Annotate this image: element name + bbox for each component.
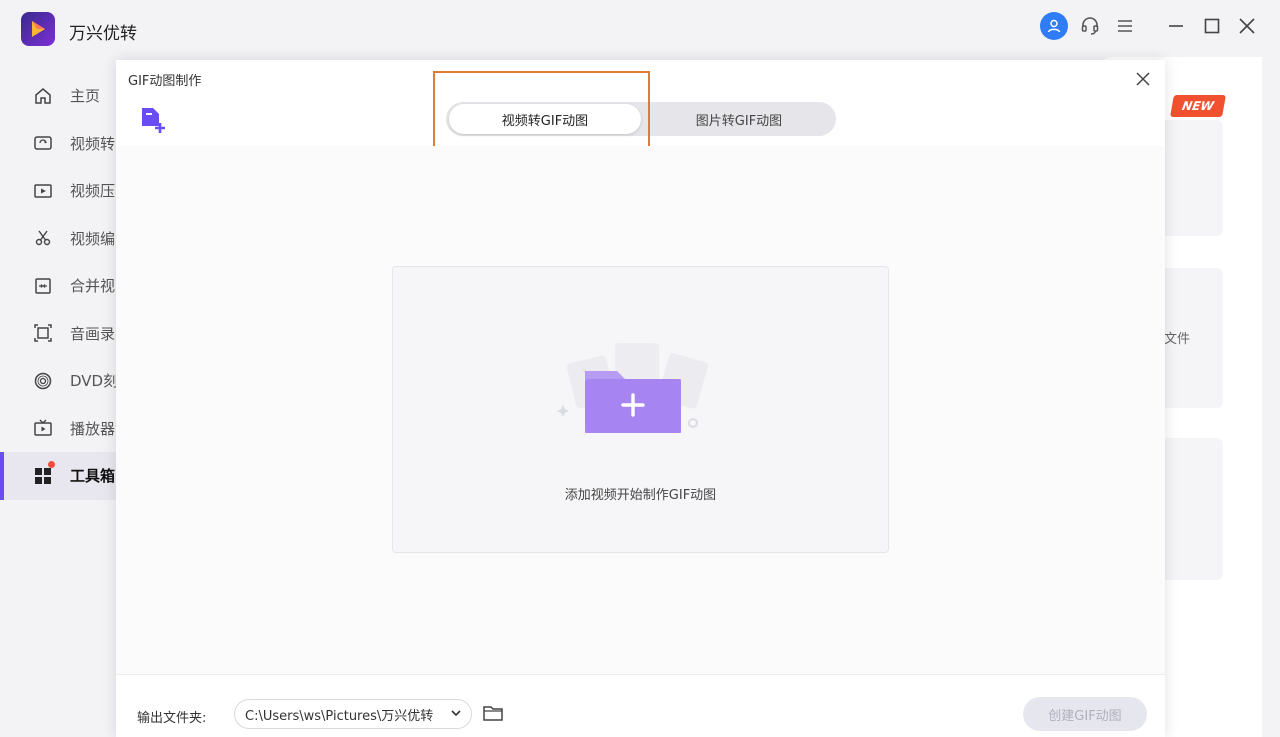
notification-dot bbox=[48, 461, 55, 468]
output-path-value: C:\Users\ws\Pictures\万兴优转 bbox=[245, 708, 434, 724]
headset-icon[interactable] bbox=[1076, 12, 1104, 40]
chevron-down-icon bbox=[449, 706, 463, 724]
output-folder-label: 输出文件夹: bbox=[137, 711, 207, 726]
sidebar-item-label: 音画录 bbox=[70, 324, 116, 343]
output-path-select[interactable]: C:\Users\ws\Pictures\万兴优转 bbox=[234, 699, 472, 729]
sidebar-item-screen-record[interactable]: 音画录 bbox=[0, 310, 116, 358]
sidebar-item-merge[interactable]: 合并视 bbox=[0, 262, 116, 310]
tab-image-to-gif[interactable]: 图片转GIF动图 bbox=[646, 104, 832, 134]
sidebar-item-label: DVD刻 bbox=[70, 372, 116, 391]
menu-icon[interactable] bbox=[1111, 12, 1139, 40]
title-bar: 万兴优转 bbox=[0, 0, 1280, 56]
avatar-icon[interactable] bbox=[1040, 12, 1068, 40]
sidebar-item-player[interactable]: 播放器 bbox=[0, 405, 116, 453]
gif-maker-dialog: GIF动图制作 视频转GIF动图 图片转GIF动图 添加视频开始制作GIF动图 bbox=[116, 60, 1165, 737]
video-convert-icon bbox=[32, 132, 54, 154]
close-icon[interactable] bbox=[1132, 68, 1154, 90]
maximize-icon[interactable] bbox=[1198, 12, 1226, 40]
sidebar-item-video-convert[interactable]: 视频转 bbox=[0, 120, 116, 168]
video-compress-icon bbox=[32, 180, 54, 202]
sidebar-item-dvd[interactable]: DVD刻 bbox=[0, 357, 116, 405]
sidebar-item-label: 视频编 bbox=[70, 229, 116, 248]
folder-icon[interactable] bbox=[482, 702, 504, 724]
new-badge: NEW bbox=[1170, 95, 1226, 117]
sidebar-item-label: 工具箱 bbox=[70, 467, 116, 486]
player-icon bbox=[32, 417, 54, 439]
add-file-icon[interactable] bbox=[138, 104, 170, 136]
add-folder-icon bbox=[557, 343, 708, 433]
close-icon[interactable] bbox=[1233, 12, 1261, 40]
merge-icon bbox=[32, 275, 54, 297]
sidebar-item-label: 合并视 bbox=[70, 277, 116, 296]
dvd-icon bbox=[32, 370, 54, 392]
sidebar-item-toolbox[interactable]: 工具箱 bbox=[0, 452, 116, 500]
toolbox-icon bbox=[32, 465, 54, 487]
background-text: 文件 bbox=[1164, 332, 1191, 347]
scissors-icon bbox=[32, 227, 54, 249]
create-gif-button[interactable]: 创建GIF动图 bbox=[1023, 697, 1147, 731]
sidebar: 主页 视频转 视频压 视频编 合并视 音画录 DVD刻 播放器 工具箱 bbox=[0, 72, 116, 500]
sidebar-item-video-compress[interactable]: 视频压 bbox=[0, 167, 116, 215]
minimize-icon[interactable] bbox=[1162, 12, 1190, 40]
sidebar-item-label: 视频转 bbox=[70, 134, 116, 153]
sidebar-item-home[interactable]: 主页 bbox=[0, 72, 116, 120]
app-logo bbox=[21, 12, 55, 46]
sidebar-item-label: 播放器 bbox=[70, 419, 116, 438]
sidebar-item-label: 主页 bbox=[70, 87, 101, 106]
sidebar-item-label: 视频压 bbox=[70, 182, 116, 201]
dialog-title: GIF动图制作 bbox=[128, 74, 202, 89]
add-video-dropzone[interactable]: 添加视频开始制作GIF动图 bbox=[392, 266, 889, 553]
screen-record-icon bbox=[32, 322, 54, 344]
sidebar-item-video-edit[interactable]: 视频编 bbox=[0, 215, 116, 263]
dropzone-text: 添加视频开始制作GIF动图 bbox=[564, 488, 717, 503]
app-name: 万兴优转 bbox=[69, 24, 137, 44]
bottom-bar: 输出文件夹: C:\Users\ws\Pictures\万兴优转 创建GIF动图 bbox=[116, 674, 1165, 737]
home-icon bbox=[32, 85, 54, 107]
